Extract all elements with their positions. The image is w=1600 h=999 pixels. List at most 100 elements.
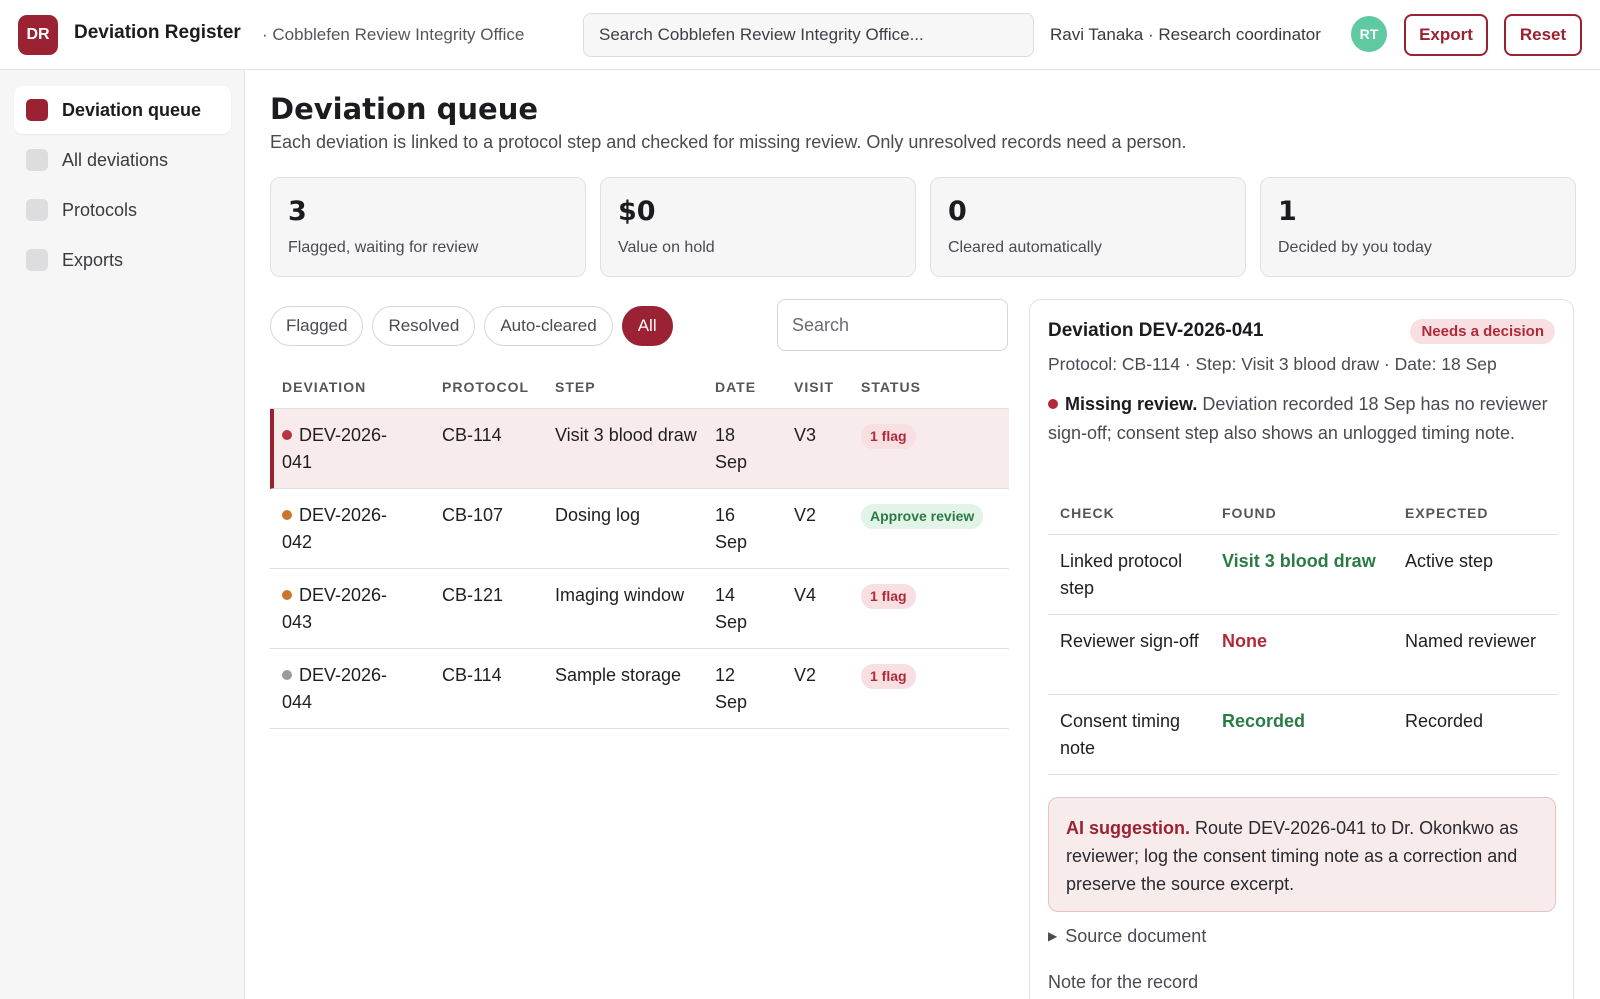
- table-row[interactable]: DEV-2026- 043 CB-121 Imaging window 14 Sep…: [270, 569, 1009, 649]
- list-icon: [26, 149, 48, 171]
- deviation-id-cell: DEV-2026- 043: [282, 582, 427, 636]
- issue-summary: Missing review. Deviation recorded 18 Se…: [1048, 390, 1558, 448]
- status-cell: 1 flag: [861, 422, 1011, 449]
- column-header[interactable]: PROTOCOL: [442, 379, 542, 395]
- checks-header: CHECK FOUND EXPECTED: [1048, 495, 1558, 535]
- deviation-id-cell: DEV-2026- 041: [282, 422, 427, 476]
- check-found[interactable]: Visit 3 blood draw: [1222, 548, 1392, 575]
- column-header[interactable]: STATUS: [861, 379, 1011, 395]
- stat-label: Value on hold: [618, 239, 715, 256]
- sidebar-item-exports[interactable]: Exports: [14, 236, 231, 284]
- check-expected: Recorded: [1405, 711, 1484, 731]
- status-cell: Approve review: [861, 502, 1011, 529]
- page-title: Deviation queue: [270, 92, 539, 126]
- table-row[interactable]: DEV-2026- 041 CB-114 Visit 3 blood draw 1…: [270, 409, 1009, 489]
- date-day: 12: [715, 665, 736, 685]
- queue-icon: [26, 99, 48, 121]
- check-row: Linked protocol step Visit 3 blood draw …: [1048, 535, 1558, 615]
- source-document-label: Source document: [1065, 926, 1207, 946]
- deviation-id-cell: DEV-2026- 042: [282, 502, 427, 556]
- sidebar-item-all-deviations[interactable]: All deviations: [14, 136, 231, 184]
- user-label: Ravi Tanaka · Research coordinator: [1050, 25, 1321, 44]
- disclosure-triangle-icon: ▶: [1048, 929, 1058, 943]
- filter-flagged[interactable]: Flagged: [270, 306, 364, 346]
- step-cell: Visit 3 blood draw: [555, 425, 697, 445]
- sidebar: Deviation queue All deviations Protocols…: [0, 70, 245, 999]
- column-header[interactable]: VISIT: [794, 379, 844, 395]
- stat-label: Cleared automatically: [948, 239, 1102, 256]
- list-search-input[interactable]: [777, 299, 1008, 351]
- date-cell: 14 Sep: [715, 582, 770, 636]
- visit-cell: V2: [794, 665, 817, 685]
- column-header[interactable]: DATE: [715, 379, 770, 395]
- stat-value: 3: [288, 196, 307, 227]
- protocol-cell: CB-114: [442, 665, 502, 685]
- source-document-toggle[interactable]: ▶ Source document: [1048, 926, 1206, 947]
- protocol-cell: CB-121: [442, 585, 504, 605]
- step-cell: Dosing log: [555, 505, 641, 525]
- column-header: CHECK: [1060, 505, 1115, 521]
- status-badge: Approve review: [861, 504, 984, 529]
- stat-value: $0: [618, 196, 656, 227]
- deviation-id-part: DEV-2026-: [299, 505, 388, 525]
- stat-value: 0: [948, 196, 967, 227]
- column-header[interactable]: STEP: [555, 379, 705, 395]
- deviation-table: DEVIATION PROTOCOL STEP DATE VISIT STATU…: [270, 365, 1009, 729]
- filter-chips: Flagged Resolved Auto-cleared All: [270, 306, 682, 346]
- visit-cell: V4: [794, 585, 817, 605]
- date-month: Sep: [715, 692, 748, 712]
- sidebar-item-deviation-queue[interactable]: Deviation queue: [14, 86, 231, 134]
- status-badge: 1 flag: [861, 584, 916, 609]
- status-cell: 1 flag: [861, 582, 1011, 609]
- status-cell: 1 flag: [861, 662, 1011, 689]
- visit-cell: V3: [794, 425, 817, 445]
- check-name: Reviewer sign-off: [1060, 631, 1199, 651]
- stat-card-decided: 1 Decided by you today: [1260, 177, 1576, 277]
- stat-card-value-on-hold: $0 Value on hold: [600, 177, 916, 277]
- check-expected: Named reviewer: [1405, 631, 1537, 651]
- detail-meta: Protocol: CB-114 · Step: Visit 3 blood d…: [1048, 354, 1497, 374]
- check-row: Consent timing note Recorded Recorded: [1048, 695, 1558, 775]
- filter-resolved[interactable]: Resolved: [372, 306, 476, 346]
- reset-button[interactable]: Reset: [1504, 14, 1582, 56]
- deviation-id-cell: DEV-2026- 044: [282, 662, 427, 716]
- check-found: Recorded: [1222, 711, 1306, 731]
- sidebar-item-label: All deviations: [62, 149, 169, 170]
- export-button[interactable]: Export: [1404, 14, 1488, 56]
- check-expected: Active step: [1405, 551, 1494, 571]
- status-badge: 1 flag: [861, 424, 916, 449]
- alert-dot: [1048, 399, 1058, 409]
- check-found: None: [1222, 631, 1267, 651]
- date-month: Sep: [715, 612, 748, 632]
- status-dot: [282, 430, 292, 440]
- date-month: Sep: [715, 452, 748, 472]
- detail-title: Deviation DEV-2026-041: [1048, 320, 1264, 341]
- avatar[interactable]: RT: [1351, 16, 1387, 52]
- column-header[interactable]: DEVIATION: [282, 379, 427, 395]
- step-cell: Imaging window: [555, 585, 685, 605]
- status-badge: 1 flag: [861, 664, 916, 689]
- global-search-input[interactable]: [583, 13, 1034, 57]
- stat-label: Decided by you today: [1278, 239, 1432, 256]
- check-name: Linked protocol step: [1060, 551, 1183, 598]
- stat-value: 1: [1278, 196, 1297, 227]
- status-dot: [282, 670, 292, 680]
- date-cell: 12 Sep: [715, 662, 770, 716]
- sidebar-item-label: Deviation queue: [62, 99, 202, 120]
- checks-table: CHECK FOUND EXPECTED Linked protocol ste…: [1048, 495, 1558, 775]
- protocol-icon: [26, 199, 48, 221]
- ai-suggestion: AI suggestion. Route DEV-2026-041 to Dr.…: [1048, 797, 1556, 912]
- sidebar-item-protocols[interactable]: Protocols: [14, 186, 231, 234]
- step-cell: Sample storage: [555, 665, 682, 685]
- table-row[interactable]: DEV-2026- 042 CB-107 Dosing log 16 Sep V2 …: [270, 489, 1009, 569]
- column-header: EXPECTED: [1405, 505, 1489, 521]
- app-logo: DR: [18, 15, 58, 55]
- filter-all[interactable]: All: [621, 306, 673, 346]
- protocol-cell: CB-114: [442, 425, 502, 445]
- filter-auto-cleared[interactable]: Auto-cleared: [484, 306, 613, 346]
- page-subtitle: Each deviation is linked to a protocol s…: [270, 132, 1187, 152]
- table-row[interactable]: DEV-2026- 044 CB-114 Sample storage 12 Sep…: [270, 649, 1009, 729]
- date-day: 16: [715, 505, 736, 525]
- status-dot: [282, 590, 292, 600]
- table-header: DEVIATION PROTOCOL STEP DATE VISIT STATU…: [270, 365, 1009, 409]
